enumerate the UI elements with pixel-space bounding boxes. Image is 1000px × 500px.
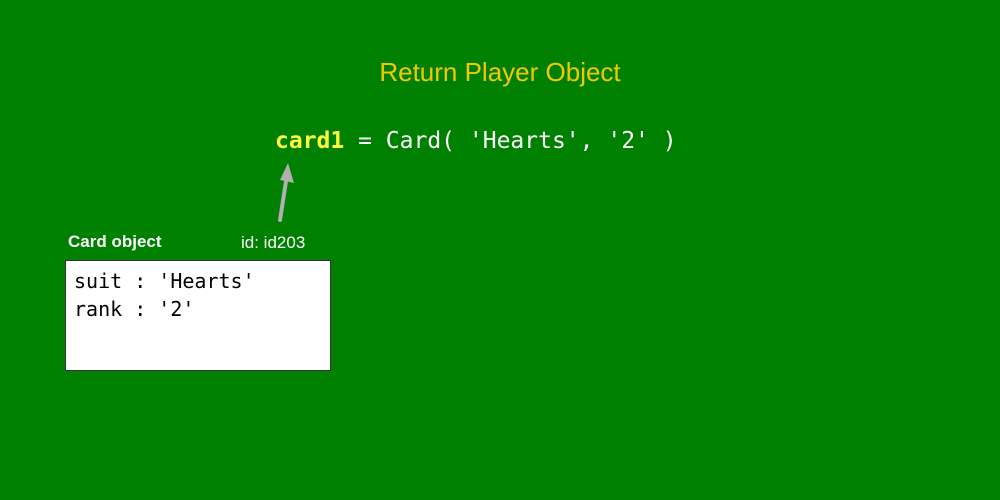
- code-line: card1 = Card( 'Hearts', '2' ): [275, 128, 677, 154]
- reference-arrow: [278, 163, 294, 222]
- object-type-label: Card object: [68, 232, 162, 251]
- diagram-title: Return Player Object: [379, 57, 621, 87]
- constructor-call: = Card( 'Hearts', '2' ): [344, 128, 677, 154]
- object-id-label: id: id203: [241, 233, 306, 252]
- card-object-box: suit : 'Hearts' rank : '2': [65, 260, 331, 371]
- field-rank: rank : '2': [74, 297, 195, 321]
- field-suit: suit : 'Hearts': [74, 269, 255, 293]
- object-fields: suit : 'Hearts' rank : '2': [74, 267, 255, 323]
- variable-name: card1: [275, 128, 345, 154]
- diagram-canvas: Return Player Object card1 = Card( 'Hear…: [0, 0, 1000, 500]
- arrow-shaft: [278, 173, 289, 222]
- arrow-head: [280, 163, 294, 183]
